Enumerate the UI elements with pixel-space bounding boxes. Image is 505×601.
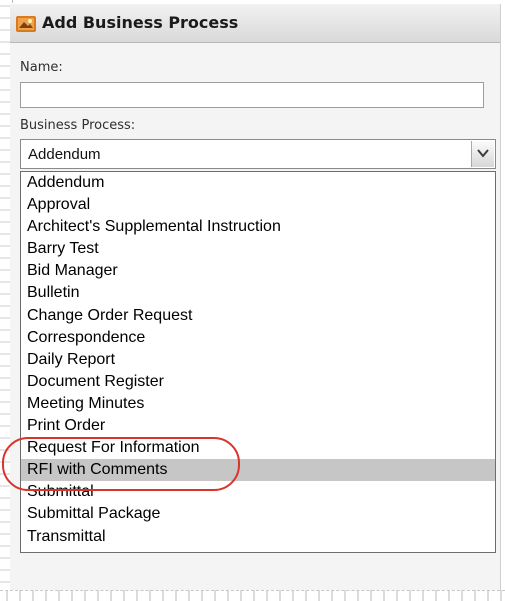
dropdown-option[interactable]: Submittal Package — [21, 503, 495, 525]
dropdown-option[interactable]: RFI with Comments — [21, 459, 495, 482]
dropdown-button[interactable] — [471, 141, 494, 167]
torn-bottom-edge — [0, 590, 505, 601]
dropdown-option[interactable]: Bulletin — [21, 282, 495, 304]
dropdown-option[interactable]: Transmittal — [21, 526, 495, 548]
dropdown-option[interactable]: Daily Report — [21, 349, 495, 371]
business-process-dropdown-list[interactable]: Addendum Approval Architect's Supplemental… — [20, 171, 496, 553]
dropdown-option[interactable]: Request For Information — [21, 437, 495, 459]
business-process-label: Business Process: — [20, 118, 136, 133]
dropdown-option[interactable]: Document Register — [21, 371, 495, 393]
name-input[interactable] — [20, 82, 484, 108]
dropdown-option[interactable]: Barry Test — [21, 238, 495, 260]
dropdown-option[interactable]: Print Order — [21, 415, 495, 437]
dropdown-option[interactable]: Meeting Minutes — [21, 393, 495, 415]
dropdown-option[interactable]: Approval — [21, 194, 495, 216]
app-icon — [16, 16, 36, 32]
dropdown-option[interactable]: Bid Manager — [21, 260, 495, 282]
chevron-down-icon — [477, 149, 489, 158]
dropdown-option[interactable]: Submittal — [21, 481, 495, 503]
business-process-select[interactable]: Addendum — [20, 139, 496, 169]
add-business-process-dialog: Add Business Process Name: Business Proc… — [10, 4, 501, 592]
name-label: Name: — [20, 60, 63, 75]
selected-value: Addendum — [28, 146, 101, 163]
title-bar: Add Business Process — [10, 4, 500, 43]
window-title: Add Business Process — [42, 13, 239, 32]
dropdown-option[interactable]: Architect's Supplemental Instruction — [21, 216, 495, 238]
dropdown-option[interactable]: Correspondence — [21, 327, 495, 349]
dropdown-option[interactable]: Addendum — [21, 172, 495, 194]
dropdown-option[interactable]: Change Order Request — [21, 305, 495, 327]
